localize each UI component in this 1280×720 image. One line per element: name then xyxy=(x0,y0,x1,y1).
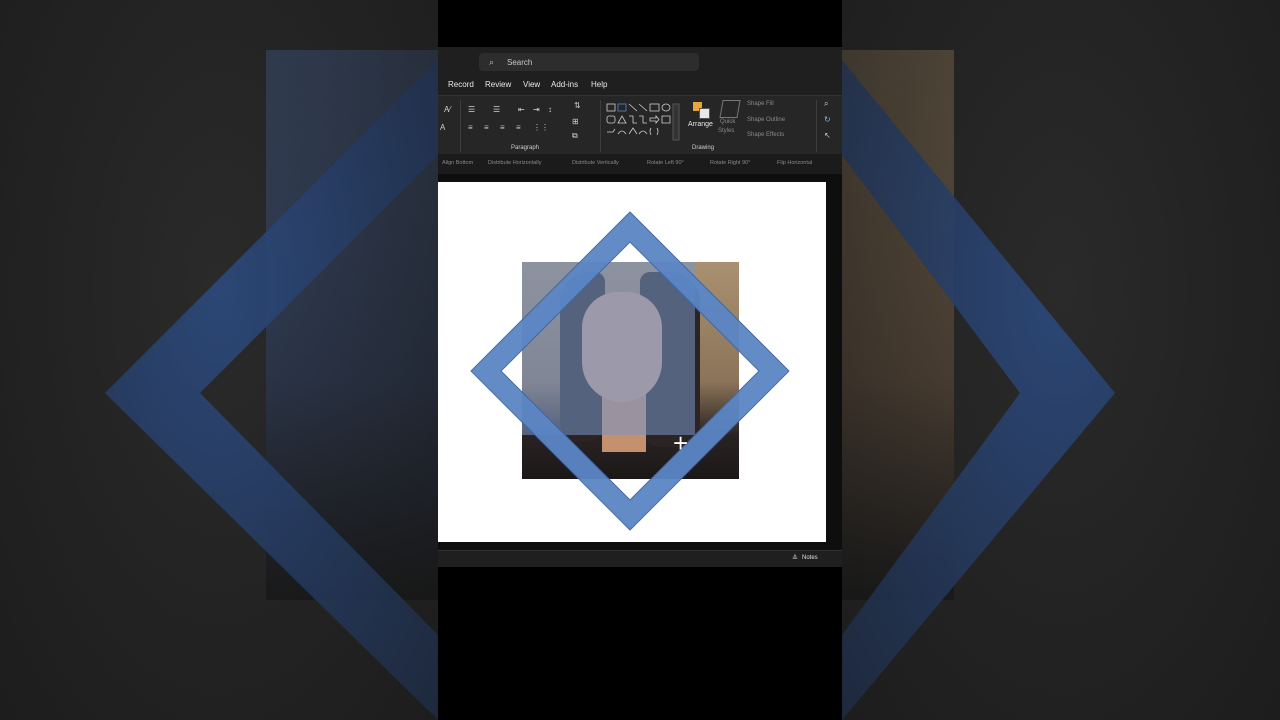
shapes-gallery[interactable] xyxy=(605,102,681,144)
bullets-icon[interactable]: ☰ xyxy=(468,106,475,114)
search-icon: ⌕ xyxy=(489,56,495,67)
menu-record[interactable]: Record xyxy=(448,80,474,89)
quick-styles-label-1: Quick xyxy=(720,119,736,125)
right-backdrop xyxy=(842,0,1280,720)
line-spacing-icon[interactable]: ↕ xyxy=(548,106,552,114)
slide-canvas[interactable]: + xyxy=(438,182,826,542)
ribbon: A⁄ A ☰ ☰ ⇤ ⇥ ↕ ⇅ ≡ ≡ ≡ ≡ ⋮⋮ ⊞ ⧉ Paragrap… xyxy=(438,95,842,155)
align-right-icon[interactable]: ≡ xyxy=(500,124,505,132)
crosshair-cursor-icon: + xyxy=(673,428,689,458)
distribute-horizontally-button[interactable]: Distribute Horizontally xyxy=(488,160,542,166)
distribute-vertically-button[interactable]: Distribute Vertically xyxy=(572,160,619,166)
diamond-frame-shape[interactable] xyxy=(438,182,826,542)
align-bottom-button[interactable]: Align Bottom xyxy=(442,160,473,166)
find-icon[interactable]: ⌕ xyxy=(824,100,828,108)
align-left-icon[interactable]: ≡ xyxy=(468,124,473,132)
slide-editor: + xyxy=(438,174,842,550)
quick-styles-button[interactable]: Quick Styles xyxy=(718,100,741,140)
increase-indent-icon[interactable]: ⇥ xyxy=(533,106,540,114)
menu-help[interactable]: Help xyxy=(591,80,607,89)
search-placeholder: Search xyxy=(507,57,533,67)
select-icon[interactable]: ↖ xyxy=(824,132,831,140)
shape-effects-button[interactable]: Shape Effects xyxy=(747,132,784,138)
numbering-icon[interactable]: ☰ xyxy=(493,106,500,114)
powerpoint-window: ⌕ Search Record Review View Add-ins Help… xyxy=(438,0,842,720)
search-input[interactable]: ⌕ Search xyxy=(479,53,699,71)
notes-icon: ≙ xyxy=(792,555,798,562)
arrange-label: Arrange xyxy=(688,121,713,128)
menu-bar: Record Review View Add-ins Help xyxy=(438,76,842,95)
align-center-icon[interactable]: ≡ xyxy=(484,124,489,132)
arrange-button[interactable]: Arrange xyxy=(688,102,714,132)
notes-button[interactable]: Notes xyxy=(802,555,818,561)
flip-horizontal-button[interactable]: Flip Horizontal xyxy=(777,160,812,166)
shape-fill-button[interactable]: Shape Fill xyxy=(747,101,774,107)
justify-icon[interactable]: ≡ xyxy=(516,124,521,132)
left-backdrop xyxy=(0,0,438,720)
rotate-right-button[interactable]: Rotate Right 90° xyxy=(710,160,750,166)
status-bar: ≙ Notes xyxy=(438,550,842,567)
sort-icon[interactable]: ⇅ xyxy=(574,102,581,110)
smartart-icon[interactable]: ⧉ xyxy=(572,132,578,140)
shape-outline-button[interactable]: Shape Outline xyxy=(747,117,785,123)
font-color-icon[interactable]: A xyxy=(440,124,445,132)
quick-access-toolbar: Align Bottom Distribute Horizontally Dis… xyxy=(438,154,842,174)
drawing-group-label: Drawing xyxy=(692,145,715,151)
menu-review[interactable]: Review xyxy=(485,80,511,89)
text-direction-icon[interactable]: A⁄ xyxy=(444,106,451,114)
align-text-icon[interactable]: ⊞ xyxy=(572,118,579,126)
quick-styles-icon xyxy=(719,100,741,118)
rotate-left-button[interactable]: Rotate Left 90° xyxy=(647,160,684,166)
decrease-indent-icon[interactable]: ⇤ xyxy=(518,106,525,114)
title-bar: ⌕ Search xyxy=(438,47,842,76)
quick-styles-label-2: Styles xyxy=(718,128,735,134)
paragraph-group-label: Paragraph xyxy=(511,145,540,151)
replace-icon[interactable]: ↻ xyxy=(824,116,831,124)
columns-icon[interactable]: ⋮⋮ xyxy=(533,124,549,132)
menu-view[interactable]: View xyxy=(523,80,540,89)
menu-add-ins[interactable]: Add-ins xyxy=(551,80,578,89)
